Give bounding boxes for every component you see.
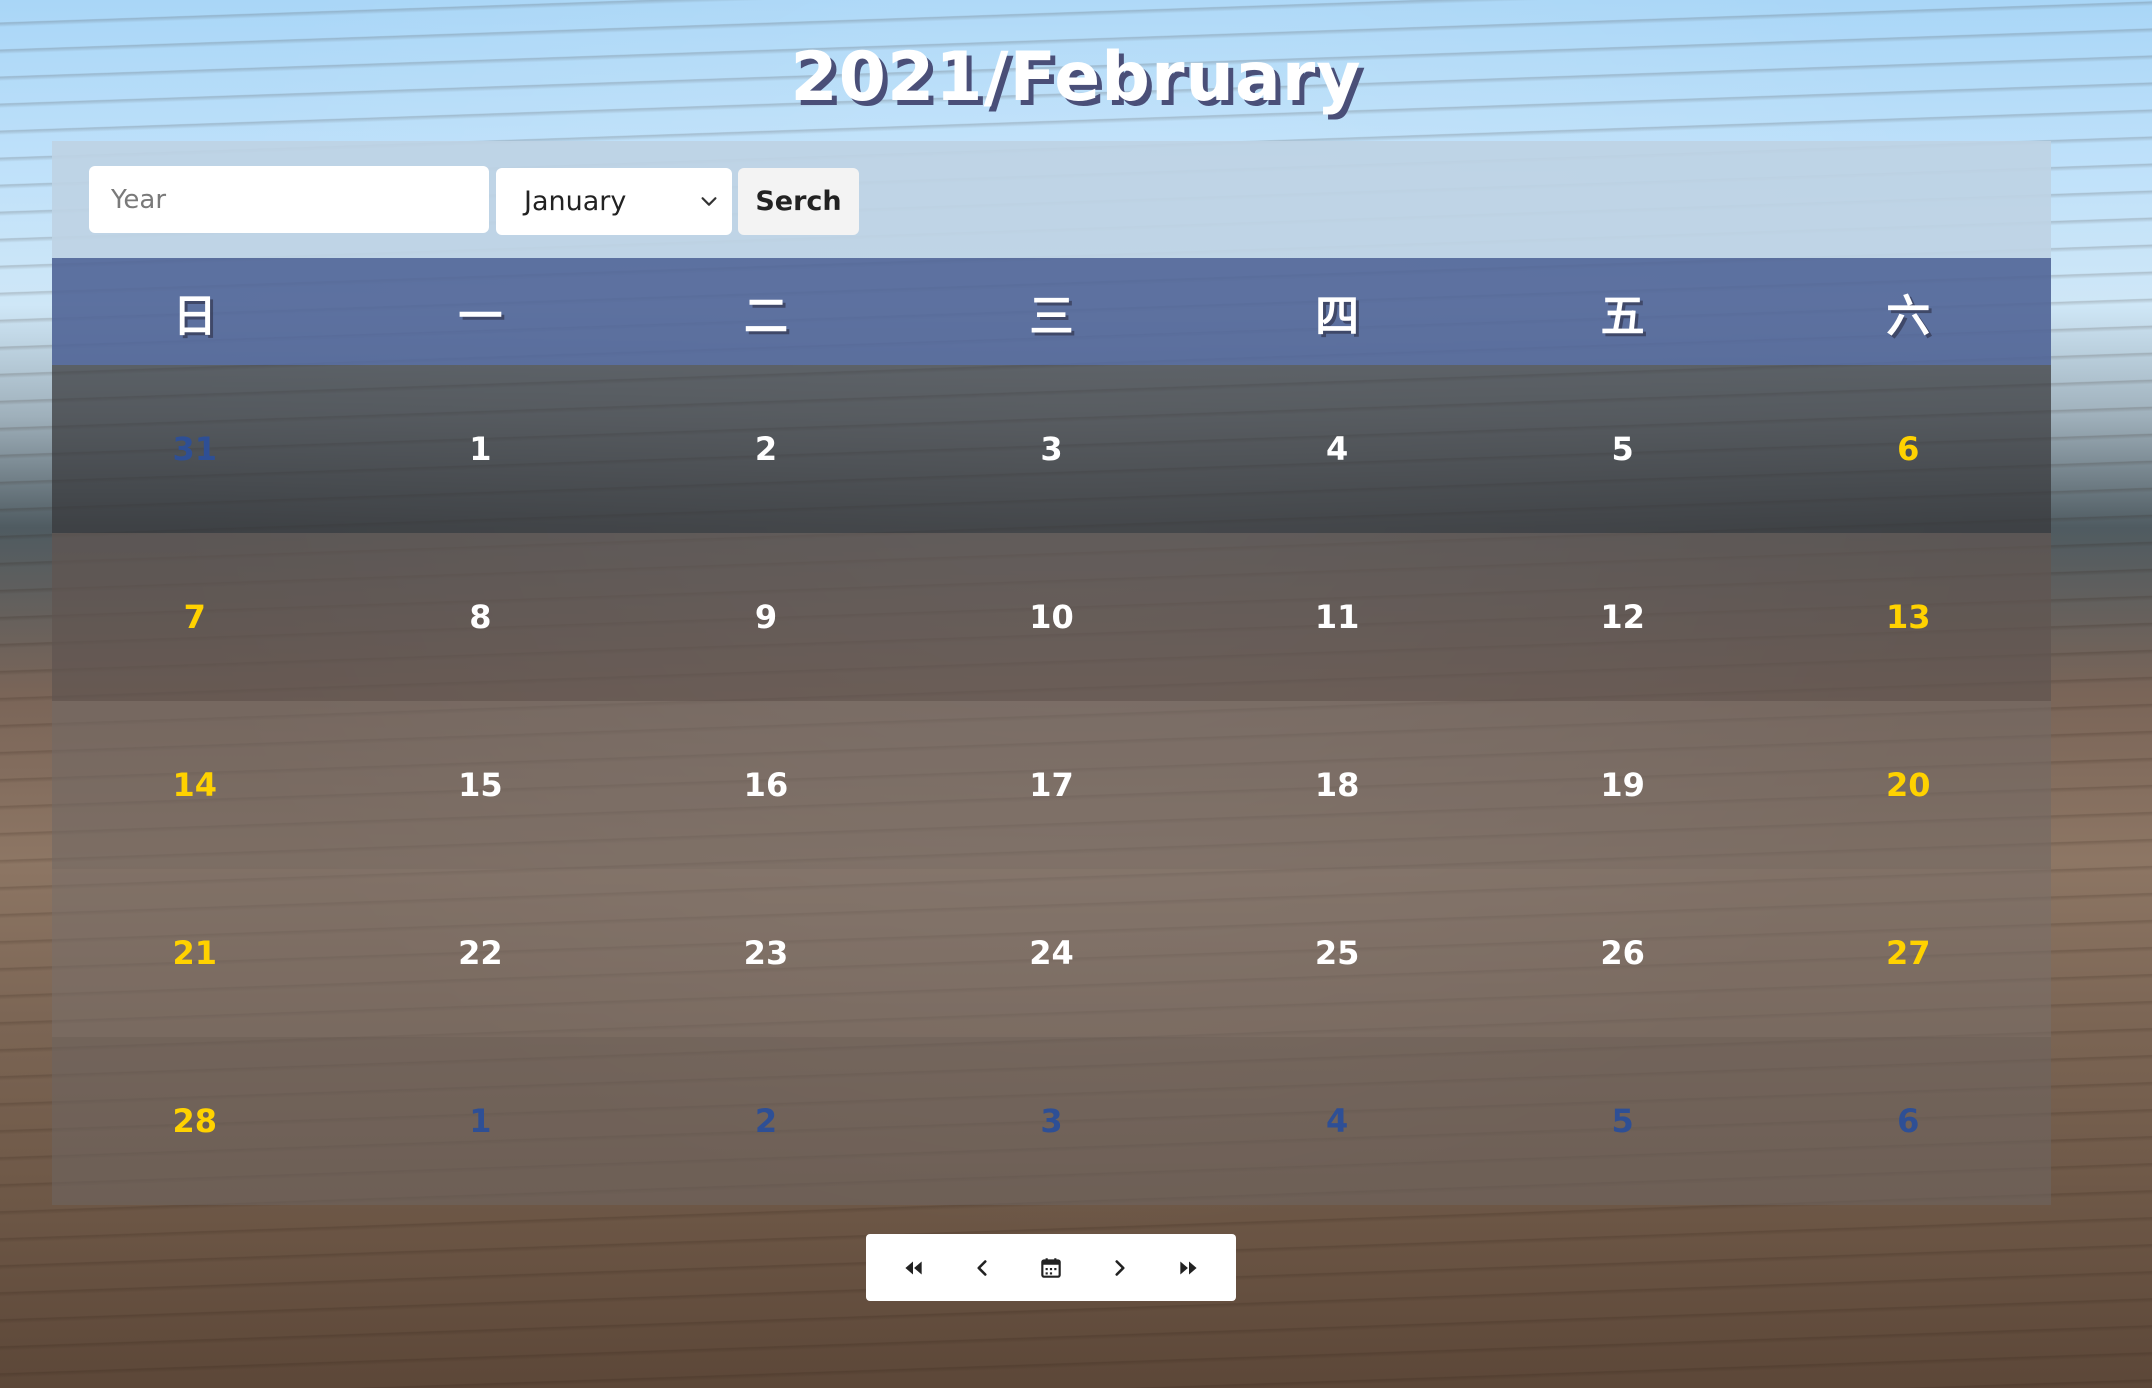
- day-cell[interactable]: 11: [1194, 533, 1480, 701]
- weekday-sunday: 日: [172, 290, 217, 342]
- weekday-friday: 五: [1600, 290, 1645, 342]
- day-cell[interactable]: 6: [1765, 365, 2051, 533]
- page-title: 2021/February: [790, 38, 1362, 117]
- today-button[interactable]: [1026, 1243, 1076, 1293]
- search-button[interactable]: Serch: [738, 168, 859, 235]
- day-cell[interactable]: 28: [52, 1037, 338, 1205]
- week-row: 28 1 2 3 4 5 6: [52, 1037, 2051, 1205]
- day-cell[interactable]: 1: [338, 1037, 624, 1205]
- last-page-button[interactable]: [1164, 1243, 1214, 1293]
- day-cell[interactable]: 21: [52, 869, 338, 1037]
- day-cell[interactable]: 8: [338, 533, 624, 701]
- week-row: 31 1 2 3 4 5 6: [52, 365, 2051, 533]
- day-cell[interactable]: 13: [1765, 533, 2051, 701]
- day-cell[interactable]: 5: [1480, 1037, 1766, 1205]
- day-cell[interactable]: 2: [623, 365, 909, 533]
- last-page-icon: [1180, 1261, 1197, 1274]
- first-page-button[interactable]: [888, 1243, 938, 1293]
- weekday-thursday: 四: [1315, 290, 1360, 342]
- day-cell[interactable]: 6: [1765, 1037, 2051, 1205]
- day-cell[interactable]: 18: [1194, 701, 1480, 869]
- previous-icon: [977, 1259, 987, 1276]
- month-select[interactable]: January: [496, 168, 732, 235]
- chevron-down-icon: [701, 197, 717, 206]
- day-cell[interactable]: 9: [623, 533, 909, 701]
- week-row: 14 15 16 17 18 19 20: [52, 701, 2051, 869]
- day-cell[interactable]: 24: [909, 869, 1195, 1037]
- day-cell[interactable]: 19: [1480, 701, 1766, 869]
- today-calendar-icon: [1041, 1257, 1061, 1278]
- weekday-wednesday: 三: [1029, 290, 1074, 342]
- first-page-icon: [905, 1261, 922, 1274]
- year-input[interactable]: [89, 166, 489, 233]
- weekday-header: 日 一 二 三 四 五 六: [52, 258, 2051, 365]
- calendar-panel: January Serch 日 一 二 三 四 五 六 31 1 2 3 4 5…: [52, 141, 2051, 1205]
- day-cell[interactable]: 23: [623, 869, 909, 1037]
- day-cell[interactable]: 27: [1765, 869, 2051, 1037]
- week-row: 21 22 23 24 25 26 27: [52, 869, 2051, 1037]
- day-cell[interactable]: 15: [338, 701, 624, 869]
- day-cell[interactable]: 14: [52, 701, 338, 869]
- day-cell[interactable]: 3: [909, 1037, 1195, 1205]
- day-cell[interactable]: 7: [52, 533, 338, 701]
- weekday-monday: 一: [458, 290, 503, 342]
- day-cell[interactable]: 17: [909, 701, 1195, 869]
- day-cell[interactable]: 2: [623, 1037, 909, 1205]
- week-row: 7 8 9 10 11 12 13: [52, 533, 2051, 701]
- day-cell[interactable]: 31: [52, 365, 338, 533]
- weekday-tuesday: 二: [743, 290, 788, 342]
- day-cell[interactable]: 25: [1194, 869, 1480, 1037]
- day-cell[interactable]: 16: [623, 701, 909, 869]
- day-cell[interactable]: 12: [1480, 533, 1766, 701]
- day-cell[interactable]: 10: [909, 533, 1195, 701]
- month-select-value: January: [524, 186, 627, 217]
- day-cell[interactable]: 1: [338, 365, 624, 533]
- day-cell[interactable]: 5: [1480, 365, 1766, 533]
- next-button[interactable]: [1095, 1243, 1145, 1293]
- search-toolbar: January Serch: [52, 141, 2051, 258]
- next-icon: [1115, 1259, 1125, 1276]
- weekday-saturday: 六: [1886, 290, 1931, 342]
- day-cell[interactable]: 20: [1765, 701, 2051, 869]
- day-cell[interactable]: 22: [338, 869, 624, 1037]
- calendar-grid: 31 1 2 3 4 5 6 7 8 9 10 11 12 13 14 15 1…: [52, 365, 2051, 1205]
- day-cell[interactable]: 3: [909, 365, 1195, 533]
- day-cell[interactable]: 4: [1194, 1037, 1480, 1205]
- calendar-nav-bar: [866, 1234, 1236, 1301]
- day-cell[interactable]: 26: [1480, 869, 1766, 1037]
- day-cell[interactable]: 4: [1194, 365, 1480, 533]
- previous-button[interactable]: [957, 1243, 1007, 1293]
